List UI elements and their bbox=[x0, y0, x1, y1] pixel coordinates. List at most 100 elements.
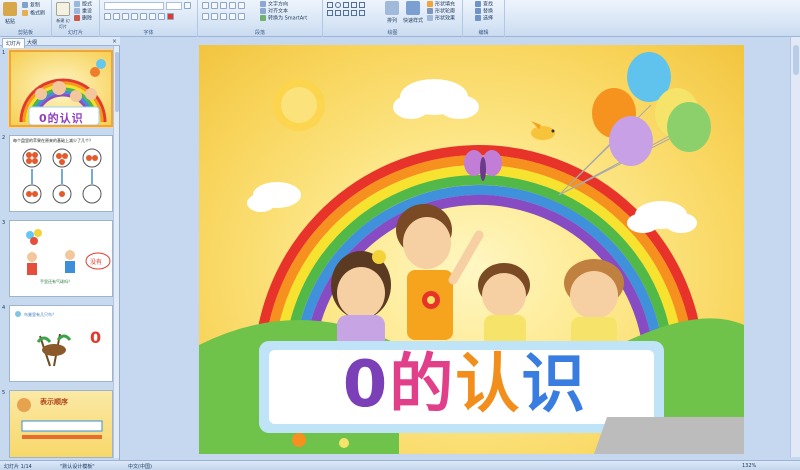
tab-slides[interactable]: 幻灯片 bbox=[2, 38, 26, 48]
thumb2-question: 每个盘里的苹果在原来的基础上减少了几个？ bbox=[13, 138, 93, 143]
shadow-button[interactable] bbox=[140, 13, 147, 20]
quick-styles-button[interactable]: 快速样式 bbox=[403, 1, 423, 24]
arrange-button[interactable]: 排列 bbox=[385, 1, 399, 24]
paste-icon bbox=[3, 2, 17, 16]
thumbnail-frame: 没有 手里还有气球吗？ bbox=[9, 220, 113, 297]
smartart-icon bbox=[260, 15, 266, 21]
panel-scrollbar[interactable] bbox=[113, 46, 119, 458]
slide-thumbnail-5[interactable]: 5 表示顺序 bbox=[0, 390, 114, 460]
title-char-zero: 0 bbox=[342, 348, 390, 422]
sun-icon bbox=[273, 79, 325, 131]
layout-icon bbox=[74, 1, 80, 7]
close-icon[interactable]: × bbox=[112, 38, 117, 45]
bird-icon bbox=[531, 121, 555, 140]
strike-button[interactable] bbox=[131, 13, 138, 20]
font-color-button[interactable] bbox=[167, 13, 174, 20]
line-spacing-button[interactable] bbox=[238, 2, 245, 9]
align-text-icon bbox=[260, 8, 266, 14]
columns-button[interactable] bbox=[238, 13, 245, 20]
justify-button[interactable] bbox=[229, 13, 236, 20]
panel-scroll-thumb[interactable] bbox=[115, 52, 119, 112]
powerpoint-window: 粘贴 复制 格式刷 剪贴板 新建 幻灯片 版式 重设 删除 幻灯片 字体 文字方… bbox=[0, 0, 800, 470]
oval-shape-icon[interactable] bbox=[335, 2, 341, 8]
slides-panel: 幻灯片 大纲 × 1 0的认识 2 每个盘里的苹果在原来的基础上减少了几个？ 3… bbox=[0, 37, 120, 460]
zoom-level[interactable]: 132% bbox=[742, 463, 756, 469]
text-direction-icon bbox=[260, 1, 266, 7]
tab-outline[interactable]: 大纲 bbox=[24, 38, 40, 47]
align-center-button[interactable] bbox=[211, 13, 218, 20]
delete-button[interactable]: 删除 bbox=[74, 15, 92, 23]
clipboard-group: 粘贴 复制 格式刷 剪贴板 bbox=[0, 0, 52, 37]
slide-scroll-thumb[interactable] bbox=[793, 45, 799, 75]
drawing-group: 排列 快速样式 形状填充 形状轮廓 形状效果 绘图 bbox=[323, 0, 463, 37]
title-char-ren: 认 bbox=[455, 348, 522, 422]
thumb1-title: 0的认识 bbox=[39, 112, 84, 125]
slide-count: 幻灯片 1/14 bbox=[4, 464, 32, 470]
align-left-button[interactable] bbox=[202, 13, 209, 20]
arrow-shape-icon[interactable] bbox=[351, 2, 357, 8]
indent-increase-button[interactable] bbox=[229, 2, 236, 9]
thumbnail-frame: 鸟巢里有几只鸟？ 0 bbox=[9, 305, 113, 382]
slide-thumbnail-1[interactable]: 1 0的认识 bbox=[0, 50, 114, 130]
current-slide[interactable]: 0的认识 bbox=[199, 45, 744, 454]
thumb4-zero: 0 bbox=[90, 328, 102, 347]
effects-icon bbox=[427, 15, 433, 21]
slide-thumbnail-4[interactable]: 4 鸟巢里有几只鸟？ 0 bbox=[0, 305, 114, 385]
format-painter-button[interactable]: 格式刷 bbox=[22, 10, 45, 18]
language: 中文(中国) bbox=[128, 464, 152, 470]
replace-icon bbox=[475, 8, 481, 14]
thumbnail-number: 5 bbox=[2, 390, 6, 396]
callout-shape-icon[interactable] bbox=[343, 10, 349, 16]
copy-button[interactable]: 复制 bbox=[22, 2, 40, 10]
delete-icon bbox=[74, 15, 80, 21]
paragraph-label: 段落 bbox=[254, 30, 265, 36]
slides-group: 新建 幻灯片 版式 重设 删除 幻灯片 bbox=[52, 0, 100, 37]
girl-left-figure bbox=[331, 250, 391, 355]
rect-shape-icon[interactable] bbox=[327, 2, 333, 8]
quick-styles-icon bbox=[406, 1, 420, 15]
grow-font-button[interactable] bbox=[184, 2, 191, 9]
find-icon bbox=[475, 1, 481, 7]
paste-button[interactable]: 粘贴 bbox=[3, 2, 17, 25]
slide-title[interactable]: 0的认识 bbox=[285, 345, 645, 425]
font-size-combo[interactable] bbox=[166, 2, 182, 10]
select-icon bbox=[475, 15, 481, 21]
select-button[interactable]: 选择 bbox=[475, 15, 493, 23]
title-char-shi: 识 bbox=[521, 348, 588, 422]
font-group: 字体 bbox=[100, 0, 198, 37]
thumbnail-frame: 每个盘里的苹果在原来的基础上减少了几个？ bbox=[9, 135, 113, 212]
slide-scrollbar[interactable] bbox=[790, 37, 800, 457]
curve-shape-icon[interactable] bbox=[359, 10, 365, 16]
slide-thumbnail-2[interactable]: 2 每个盘里的苹果在原来的基础上减少了几个？ bbox=[0, 135, 114, 215]
underline-button[interactable] bbox=[122, 13, 129, 20]
numbering-button[interactable] bbox=[211, 2, 218, 9]
cloud-icon bbox=[627, 201, 697, 233]
thumbnail-number: 1 bbox=[2, 50, 6, 56]
line-shape-icon[interactable] bbox=[343, 2, 349, 8]
bullets-button[interactable] bbox=[202, 2, 209, 9]
new-slide-button[interactable]: 新建 幻灯片 bbox=[55, 2, 71, 30]
convert-smartart-button[interactable]: 转换为 SmartArt bbox=[260, 15, 307, 23]
thumb4-question: 鸟巢里有几只鸟？ bbox=[24, 312, 56, 317]
slides-label: 幻灯片 bbox=[67, 30, 83, 36]
thumbnail-number: 2 bbox=[2, 135, 6, 141]
thumb3-caption: 手里还有气球吗？ bbox=[40, 279, 72, 284]
case-button[interactable] bbox=[158, 13, 165, 20]
editing-label: 编辑 bbox=[478, 30, 489, 36]
outline-icon bbox=[427, 8, 433, 14]
spacing-button[interactable] bbox=[149, 13, 156, 20]
star-shape-icon[interactable] bbox=[335, 10, 341, 16]
clipboard-label: 剪贴板 bbox=[17, 30, 33, 36]
triangle-shape-icon[interactable] bbox=[359, 2, 365, 8]
brace-shape-icon[interactable] bbox=[351, 10, 357, 16]
bold-button[interactable] bbox=[104, 13, 111, 20]
font-name-combo[interactable] bbox=[104, 2, 164, 10]
slide-thumbnail-3[interactable]: 3 没有 手里还有气球吗？ bbox=[0, 220, 114, 300]
italic-button[interactable] bbox=[113, 13, 120, 20]
rounded-rect-shape-icon[interactable] bbox=[327, 10, 333, 16]
indent-decrease-button[interactable] bbox=[220, 2, 227, 9]
align-right-button[interactable] bbox=[220, 13, 227, 20]
thumbnail-number: 4 bbox=[2, 305, 6, 311]
panel-tabs: 幻灯片 大纲 × bbox=[0, 37, 120, 48]
shape-effects-button[interactable]: 形状效果 bbox=[427, 15, 455, 23]
